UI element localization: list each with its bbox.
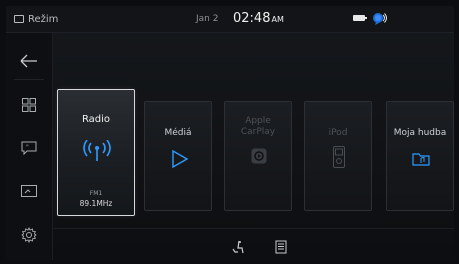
radio-antenna-icon bbox=[83, 140, 111, 161]
battery-icon bbox=[353, 15, 367, 21]
source-card-apple-carplay: Apple CarPlay bbox=[224, 101, 292, 211]
sidebar-divider bbox=[14, 79, 44, 80]
ampm-text: AM bbox=[271, 15, 284, 24]
media-label: Médiá bbox=[164, 128, 192, 138]
back-arrow-icon bbox=[20, 54, 37, 68]
sidebar: " bbox=[6, 33, 53, 260]
shelf-line bbox=[52, 228, 454, 229]
radio-band: FM1 bbox=[89, 190, 103, 197]
source-card-ipod: iPod bbox=[304, 101, 372, 211]
manual-icon[interactable] bbox=[274, 240, 288, 254]
my-music-label: Moja hudba bbox=[393, 128, 447, 138]
radio-frequency: 89.1MHz bbox=[79, 199, 113, 208]
mode-label: Režim bbox=[28, 13, 59, 25]
seat-icon[interactable] bbox=[230, 240, 244, 254]
ipod-label: iPod bbox=[328, 128, 348, 138]
music-folder-icon bbox=[412, 153, 430, 166]
play-icon bbox=[172, 150, 189, 168]
carplay-label-line2: CarPlay bbox=[240, 127, 276, 137]
time-text: 02:48 bbox=[233, 11, 271, 26]
mode-button[interactable]: Režim bbox=[14, 12, 58, 26]
source-card-media[interactable]: Médiá bbox=[144, 101, 212, 211]
svg-text:": " bbox=[26, 144, 29, 151]
infotainment-screen: Režim Jan 2 02:48AM " Radio FM1 89.1MHz … bbox=[6, 6, 454, 260]
status-bar: Režim Jan 2 02:48AM bbox=[6, 6, 454, 33]
carplay-label-line1: Apple bbox=[245, 116, 271, 126]
settings-gear-icon bbox=[21, 227, 37, 243]
clock: 02:48AM bbox=[233, 11, 284, 26]
carplay-icon bbox=[251, 148, 267, 164]
settings-button[interactable] bbox=[6, 215, 52, 255]
screen-button[interactable] bbox=[6, 171, 52, 211]
ipod-icon bbox=[333, 146, 345, 168]
screen-icon bbox=[21, 185, 37, 197]
source-card-radio[interactable]: Radio FM1 89.1MHz bbox=[57, 89, 135, 216]
message-icon: " bbox=[21, 141, 37, 155]
back-button[interactable] bbox=[6, 41, 52, 81]
apps-grid-icon bbox=[22, 98, 36, 112]
apps-button[interactable] bbox=[6, 85, 52, 125]
mode-icon bbox=[14, 15, 24, 23]
messages-button[interactable]: " bbox=[6, 128, 52, 168]
voice-assistant-icon[interactable] bbox=[372, 11, 388, 27]
radio-label: Radio bbox=[81, 114, 111, 125]
source-card-my-music[interactable]: Moja hudba bbox=[386, 101, 454, 211]
date-text: Jan 2 bbox=[196, 14, 219, 24]
